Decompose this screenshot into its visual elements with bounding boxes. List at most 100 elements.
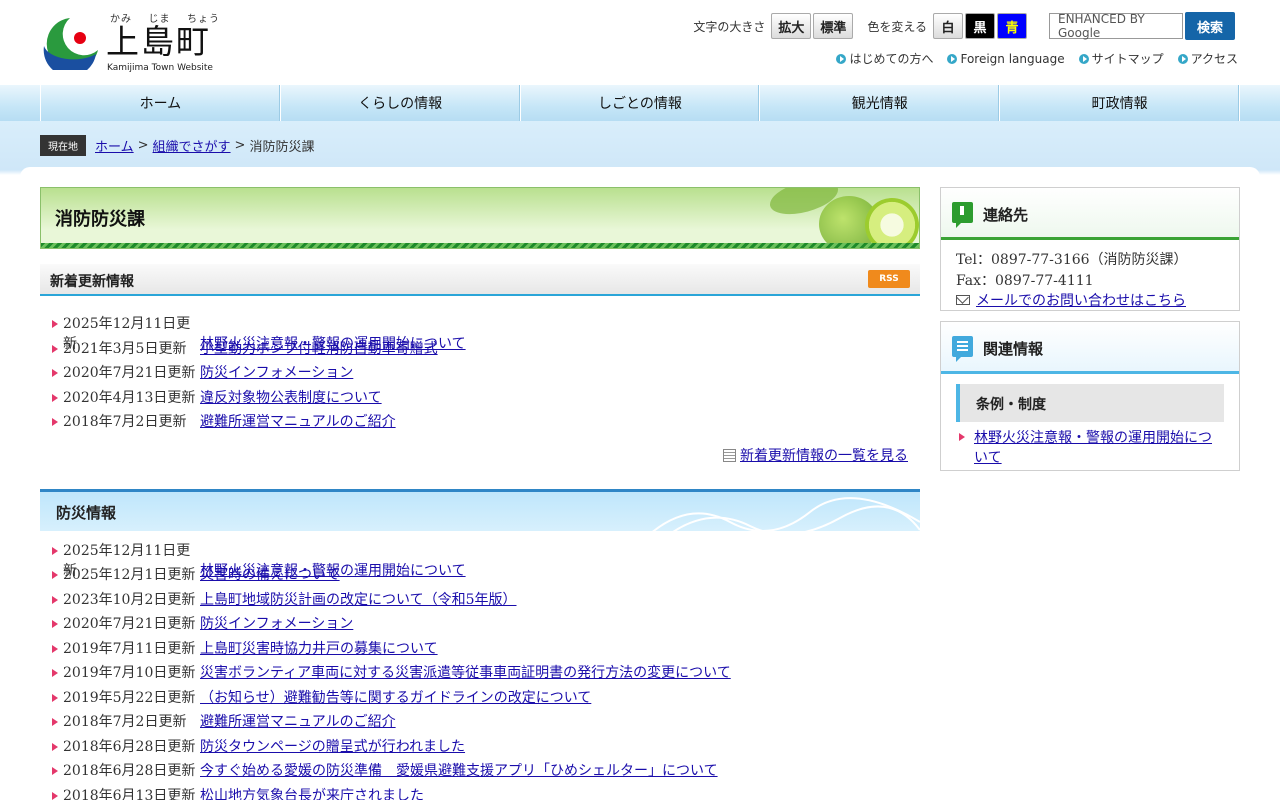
list-item: 2021年3月5日更新 小型動力ポンプ付軽消防自動車寄贈式 [50,339,920,364]
more-news-link[interactable]: 新着更新情報の一覧を見る [740,448,908,464]
list-item: 2019年5月22日更新 （お知らせ）避難勧告等に関するガイドラインの改定について [50,688,920,713]
breadcrumb-here-label: 現在地 [40,134,86,156]
item-link[interactable]: 防災インフォメーション [200,616,353,632]
item-link[interactable]: （お知らせ）避難勧告等に関するガイドラインの改定について [200,690,591,706]
list-item: 林野火災注意報・警報の運用開始について [974,428,1224,468]
related-link[interactable]: 林野火災注意報・警報の運用開始について [974,430,1212,466]
item-link[interactable]: 小型動力ポンプ付軽消防自動車寄贈式 [200,341,438,357]
list-item: 2023年10月2日更新 上島町地域防災計画の改定について（令和5年版） [50,590,920,615]
more-news: 新着更新情報の一覧を見る [40,445,920,465]
item-date: 2019年7月11日更新 [63,640,196,657]
list-item: 2020年7月21日更新 防災インフォメーション [50,363,920,388]
item-link[interactable]: 違反対象物公表制度について [200,390,382,406]
sublink-label: はじめての方へ [849,52,934,66]
item-date: 2018年7月2日更新 [63,714,187,730]
item-link[interactable]: 避難所運営マニュアルのご紹介 [200,414,396,430]
site-header: かみ じま ちょう 上島町 Kamijima Town Website 文字の大… [0,0,1280,85]
color-white-button[interactable]: 白 [933,13,963,39]
breadcrumb-org-link[interactable]: 組織でさがす [153,136,231,155]
font-standard-button[interactable]: 標準 [813,13,854,39]
sublink-label: サイトマップ [1091,52,1164,66]
item-date: 2020年4月13日更新 [63,389,196,406]
list-item: 2019年7月10日更新 災害ボランティア車両に対する災害派遣等従事車両証明書の発… [50,663,920,688]
contact-mail-link[interactable]: メールでのお問い合わせはこちら [976,293,1186,309]
sublink-label: Foreign language [960,51,1065,66]
font-enlarge-button[interactable]: 拡大 [771,13,812,39]
item-link[interactable]: 防災タウンページの贈呈式が行われました [200,739,465,755]
list-item: 2020年4月13日更新 違反対象物公表制度について [50,388,920,413]
arrow-circle-icon [947,53,958,64]
sublink-foreign-language[interactable]: Foreign language [947,50,1065,67]
page-title-banner: 消防防災課 [40,187,920,249]
item-date: 2023年10月2日更新 [63,591,196,608]
font-size-label: 文字の大きさ [693,19,766,34]
utility-bar: 文字の大きさ 拡大 標準 色を変える 白 黒 青 ENHANCED BY Goo… [693,12,1235,40]
item-link[interactable]: 災害時の備えについて [200,567,340,583]
related-category: 条例・制度 [956,384,1224,422]
item-date: 2019年7月10日更新 [63,665,196,681]
item-date: 2021年3月5日更新 [63,340,187,357]
logo-subtitle: Kamijima Town Website [107,63,213,73]
item-date: 2025年12月1日更新 [63,567,196,583]
list-item: 2018年7月2日更新 避難所運営マニュアルのご紹介 [50,412,920,437]
rss-icon[interactable]: RSS [868,270,910,288]
item-link[interactable]: 防災インフォメーション [200,365,353,381]
gnav-home[interactable]: ホーム [41,85,281,121]
list-item: 2018年6月13日更新 松山地方気象台長が来庁されました [50,786,920,800]
gnav-tourism[interactable]: 観光情報 [760,85,1001,121]
news-heading: 新着更新情報 [50,274,134,290]
bousai-heading: 防災情報 [56,503,117,522]
item-date: 2019年5月22日更新 [63,689,196,706]
search-input[interactable]: ENHANCED BY Google [1049,12,1183,40]
title-stripe [41,243,919,248]
logo-town-name: 上島町 [106,22,211,61]
item-date: 2018年6月13日更新 [63,787,196,800]
town-emblem-icon [43,18,98,70]
search-button[interactable]: 検索 [1185,12,1235,40]
breadcrumb-current: 消防防災課 [249,139,315,155]
related-heading: 関連情報 [983,340,1044,358]
page-title: 消防防災課 [55,209,145,230]
item-date: 2018年6月28日更新 [63,763,196,779]
item-link[interactable]: 災害ボランティア車両に対する災害派遣等従事車両証明書の発行方法の変更について [200,665,731,681]
color-black-button[interactable]: 黒 [965,13,995,39]
list-item: 2020年7月21日更新 防災インフォメーション [50,614,920,639]
item-link[interactable]: 上島町災害時協力井戸の募集について [200,641,438,657]
item-date: 2018年7月2日更新 [63,414,187,430]
color-blue-button[interactable]: 青 [997,13,1027,39]
sublink-sitemap[interactable]: サイトマップ [1078,50,1164,67]
breadcrumb-home-link[interactable]: ホーム [95,136,134,155]
list-item: 2025年12月11日更新 林野火災注意報・警報の運用開始について [50,314,920,352]
bousai-list: 2025年12月11日更新 林野火災注意報・警報の運用開始について 2025年12… [40,531,920,800]
gnav-town-admin[interactable]: 町政情報 [1000,85,1240,121]
item-link[interactable]: 松山地方気象台長が来庁されました [200,788,424,800]
arrow-circle-icon [1177,53,1188,64]
arrow-circle-icon [836,53,847,64]
sublink-access[interactable]: アクセス [1177,50,1238,67]
info-bubble-icon [952,336,973,362]
mail-icon [956,295,970,305]
contact-box: 連絡先 Tel：0897-77-3166（消防防災課） Fax：0897-77-… [940,187,1240,311]
list-item: 2018年6月28日更新 今すぐ始める愛媛の防災準備 愛媛県避難支援アプリ「ひめシ… [50,761,920,786]
breadcrumb-separator: > [234,137,246,153]
gnav-business[interactable]: しごとの情報 [521,85,761,121]
arrow-circle-icon [1078,53,1089,64]
contact-body: Tel：0897-77-3166（消防防災課） Fax：0897-77-4111… [941,240,1239,322]
item-link[interactable]: 今すぐ始める愛媛の防災準備 愛媛県避難支援アプリ「ひめシェルター」について [200,763,718,779]
list-item: 2018年6月28日更新 防災タウンページの贈呈式が行われました [50,737,920,762]
color-label: 色を変える [867,19,927,34]
list-item: 2018年7月2日更新 避難所運営マニュアルのご紹介 [50,712,920,737]
global-nav: ホーム くらしの情報 しごとの情報 観光情報 町政情報 [0,85,1280,121]
item-link[interactable]: 避難所運営マニュアルのご紹介 [200,714,396,730]
item-date: 2020年7月21日更新 [63,365,196,381]
item-link[interactable]: 上島町地域防災計画の改定について（令和5年版） [200,592,517,608]
speech-bubble-icon [952,202,973,228]
contact-tel: Tel：0897-77-3166（消防防災課） [956,252,1188,268]
contact-heading: 連絡先 [983,206,1029,224]
related-header: 関連情報 [941,322,1239,374]
list-item: 2019年7月11日更新 上島町災害時協力井戸の募集について [50,639,920,664]
gnav-living[interactable]: くらしの情報 [281,85,521,121]
sublink-beginners[interactable]: はじめての方へ [836,50,933,67]
site-logo[interactable]: かみ じま ちょう 上島町 Kamijima Town Website [40,10,225,76]
news-section-header: 新着更新情報 RSS [40,264,920,296]
